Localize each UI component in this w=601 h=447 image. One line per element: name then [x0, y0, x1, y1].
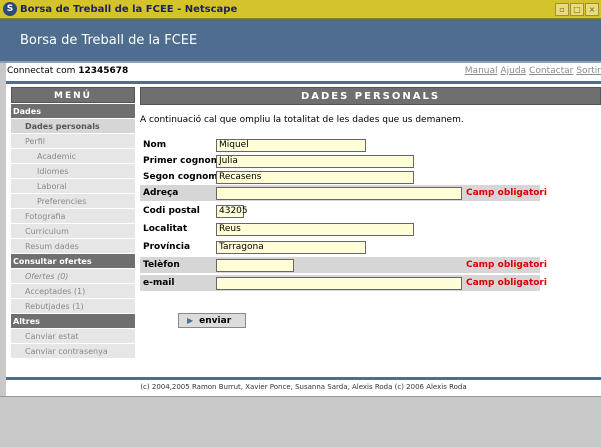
send-button-label: enviar	[199, 316, 232, 326]
form-row: e-mail Camp obligatori	[140, 275, 547, 291]
text-field[interactable]: 43205	[216, 205, 248, 218]
text-field[interactable]: Reus	[216, 223, 414, 236]
menu-section: Dades	[11, 103, 135, 118]
text-field[interactable]: Recasens	[216, 171, 414, 184]
menu-section: Altres	[11, 313, 135, 328]
form-row: Nom Miquel	[140, 137, 540, 153]
required-warning: Camp obligatori	[466, 188, 547, 198]
text-field[interactable]	[216, 259, 294, 272]
netscape-icon: S	[3, 2, 17, 16]
window-controls: ▫ □ ×	[555, 3, 599, 16]
top-links: Manual Ajuda Contactar Sortir	[462, 66, 601, 76]
site-title: Borsa de Treball de la FCEE	[20, 33, 198, 48]
window-titlebar[interactable]: S Borsa de Treball de la FCEE - Netscape…	[0, 0, 601, 19]
form-row: Adreça Camp obligatori	[140, 185, 547, 201]
text-field[interactable]: Julia	[216, 155, 414, 168]
menu-item[interactable]: Perfil	[11, 133, 135, 148]
menu-section: Consultar ofertes	[11, 253, 135, 268]
field-label: Codi postal	[143, 206, 200, 216]
menu-item[interactable]: Ofertes (0)	[11, 268, 135, 283]
field-label: Adreça	[143, 188, 179, 198]
connected-label: Connectat com	[7, 66, 76, 76]
text-field[interactable]	[216, 187, 462, 200]
field-label: Segon cognom	[143, 172, 218, 182]
window-title: Borsa de Treball de la FCEE - Netscape	[20, 3, 238, 15]
footer-credits: (c) 2004,2005 Ramon Burrut, Xavier Ponce…	[140, 383, 467, 391]
menu-item[interactable]: Academic	[11, 148, 135, 163]
sidebar-menu: MENÚ Dades Dades personals Perfil Academic I…	[11, 87, 135, 358]
send-button[interactable]: ▶ enviar	[178, 313, 246, 328]
browser-status-area	[0, 396, 601, 447]
menu-item[interactable]: Curriculum	[11, 223, 135, 238]
text-field[interactable]: Tarragona	[216, 241, 366, 254]
maximize-icon[interactable]: □	[570, 3, 584, 16]
field-label: Primer cognom	[143, 156, 221, 166]
menu-item[interactable]: Resum dades	[11, 238, 135, 253]
form-row: Segon cognom Recasens	[140, 169, 540, 185]
required-warning: Camp obligatori	[466, 278, 547, 288]
minimize-icon[interactable]: ▫	[555, 3, 569, 16]
site-header: Borsa de Treball de la FCEE	[0, 19, 601, 63]
menu-item[interactable]: Canviar contrasenya	[11, 343, 135, 358]
intro-text: A continuació cal que ompliu la totalita…	[140, 115, 464, 125]
form-row: Primer cognom Julia	[140, 153, 540, 169]
menu-item[interactable]: Fotografia	[11, 208, 135, 223]
form-row: Localitat Reus	[140, 221, 540, 237]
form-row: Província Tarragona	[140, 239, 540, 255]
user-id: 12345678	[78, 66, 129, 76]
menu-item[interactable]: Dades personals	[11, 118, 135, 133]
link-help[interactable]: Ajuda	[501, 66, 527, 76]
personal-data-panel: DADES PERSONALS A continuació cal que om…	[140, 87, 601, 370]
form-row: Codi postal 43205	[140, 203, 540, 219]
footer-divider	[6, 377, 601, 380]
user-bar: Connectat com 12345678 Manual Ajuda Contac…	[0, 66, 601, 80]
link-logout[interactable]: Sortir	[576, 66, 601, 76]
field-label: Telèfon	[143, 260, 180, 270]
menu-item[interactable]: Idiomes	[11, 163, 135, 178]
required-warning: Camp obligatori	[466, 260, 547, 270]
link-manual[interactable]: Manual	[465, 66, 498, 76]
close-icon[interactable]: ×	[585, 3, 599, 16]
panel-title: DADES PERSONALS	[140, 87, 601, 105]
menu-item[interactable]: Acceptades (1)	[11, 283, 135, 298]
form-row: Telèfon Camp obligatori	[140, 257, 547, 273]
field-label: Localitat	[143, 224, 188, 234]
text-field[interactable]	[216, 277, 462, 290]
field-label: Província	[143, 242, 191, 252]
text-field[interactable]: Miquel	[216, 139, 366, 152]
arrow-right-icon: ▶	[187, 316, 194, 325]
menu-item[interactable]: Canviar estat	[11, 328, 135, 343]
field-label: e-mail	[143, 278, 175, 288]
field-label: Nom	[143, 140, 167, 150]
header-divider	[6, 81, 601, 84]
menu-title: MENÚ	[11, 87, 135, 103]
menu-item[interactable]: Preferencies	[11, 193, 135, 208]
menu-item[interactable]: Rebutjades (1)	[11, 298, 135, 313]
menu-item[interactable]: Laboral	[11, 178, 135, 193]
link-contact[interactable]: Contactar	[529, 66, 573, 76]
